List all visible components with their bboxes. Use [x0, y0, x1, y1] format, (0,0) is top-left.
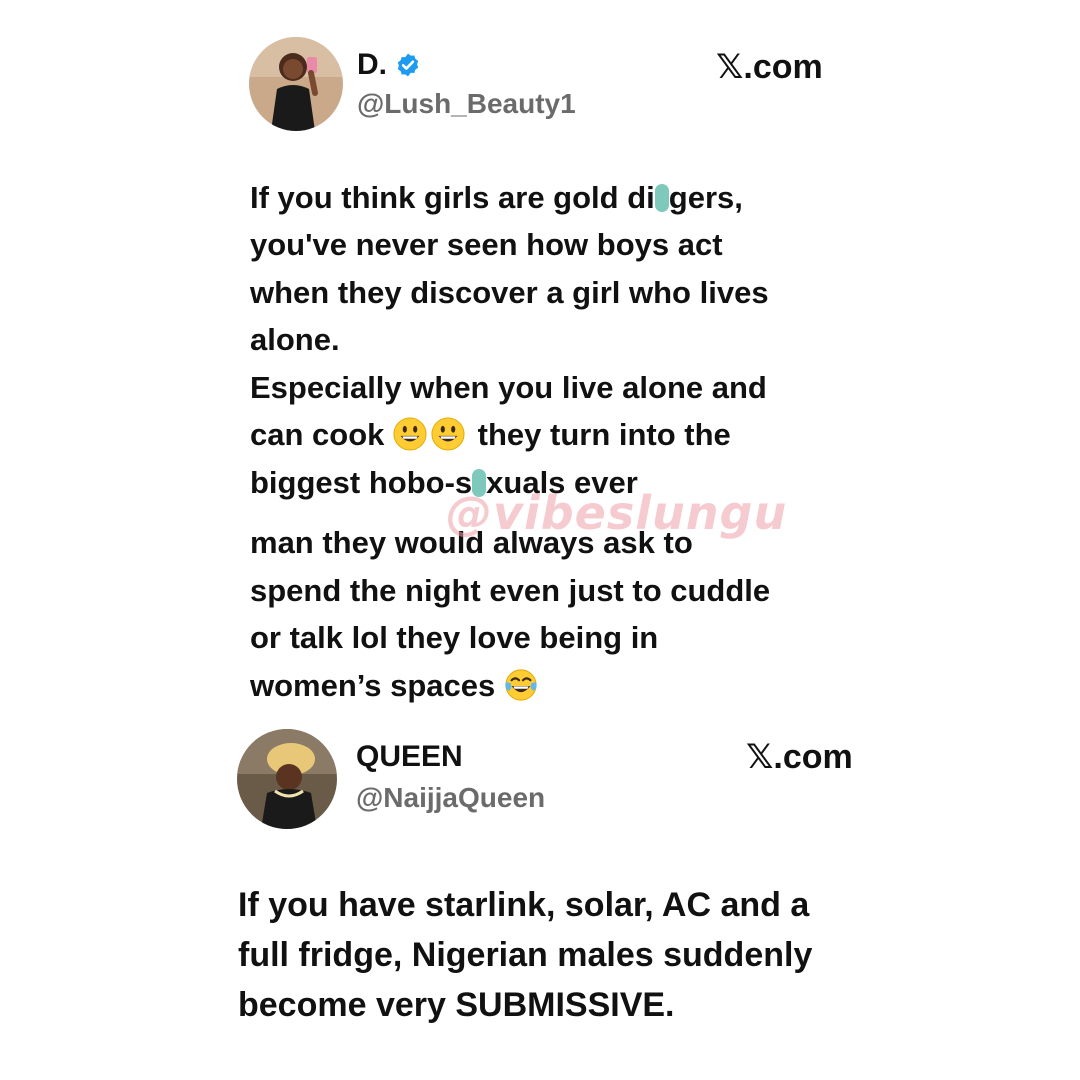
- profile-photo-icon: [249, 37, 343, 131]
- tweet-1-line-10: or talk lol they love being in: [250, 620, 659, 655]
- tweet-1-line-5: Especially when you live alone and: [250, 370, 767, 405]
- tweet-1-line-1a: If you think girls are gold di: [250, 180, 655, 215]
- censor-mark: [472, 469, 487, 497]
- site-label-2: 𝕏.com: [746, 738, 853, 776]
- grinning-face-icon: [431, 417, 465, 451]
- verified-badge-icon: [395, 52, 421, 78]
- grinning-face-icon: [393, 417, 427, 451]
- censor-mark: [654, 184, 669, 212]
- tweet-1-line-11: women’s spaces: [250, 668, 496, 703]
- profile-photo-icon: [237, 729, 337, 829]
- tweet-1-line-8: man they would always ask to: [250, 525, 693, 560]
- tweet-1-line-2: you've never seen how boys act: [250, 227, 723, 262]
- tweet-1-line-7a: biggest hobo-s: [250, 465, 473, 500]
- avatar-lush-beauty[interactable]: [249, 37, 343, 131]
- avatar-naijja-queen[interactable]: [237, 729, 337, 829]
- tweet-1-line-4: alone.: [250, 322, 340, 357]
- display-name-2[interactable]: QUEEN: [356, 740, 463, 774]
- site-label-1: 𝕏.com: [716, 48, 823, 86]
- display-name-1[interactable]: D.: [357, 48, 421, 82]
- tweet-1-line-3: when they discover a girl who lives: [250, 275, 769, 310]
- tweet-1-line-7b: xuals ever: [486, 465, 638, 500]
- tweet-1-line-1b: gers,: [668, 180, 743, 215]
- tweet-1-line-6b: they turn into the: [477, 417, 731, 452]
- tweet-2-line-3: become very SUBMISSIVE.: [238, 986, 675, 1024]
- display-name-text: D.: [357, 48, 387, 81]
- tweet-2-line-2: full fridge, Nigerian males suddenly: [238, 936, 813, 974]
- tweet-2-line-1: If you have starlink, solar, AC and a: [238, 886, 810, 924]
- tweet-1-line-9: spend the night even just to cuddle: [250, 573, 771, 608]
- face-with-tears-of-joy-icon: [504, 668, 538, 702]
- display-name-text: QUEEN: [356, 740, 463, 773]
- handle-1[interactable]: @Lush_Beauty1: [357, 87, 576, 121]
- handle-2[interactable]: @NaijjaQueen: [356, 781, 545, 815]
- tweet-1-line-6a: can cook: [250, 417, 385, 452]
